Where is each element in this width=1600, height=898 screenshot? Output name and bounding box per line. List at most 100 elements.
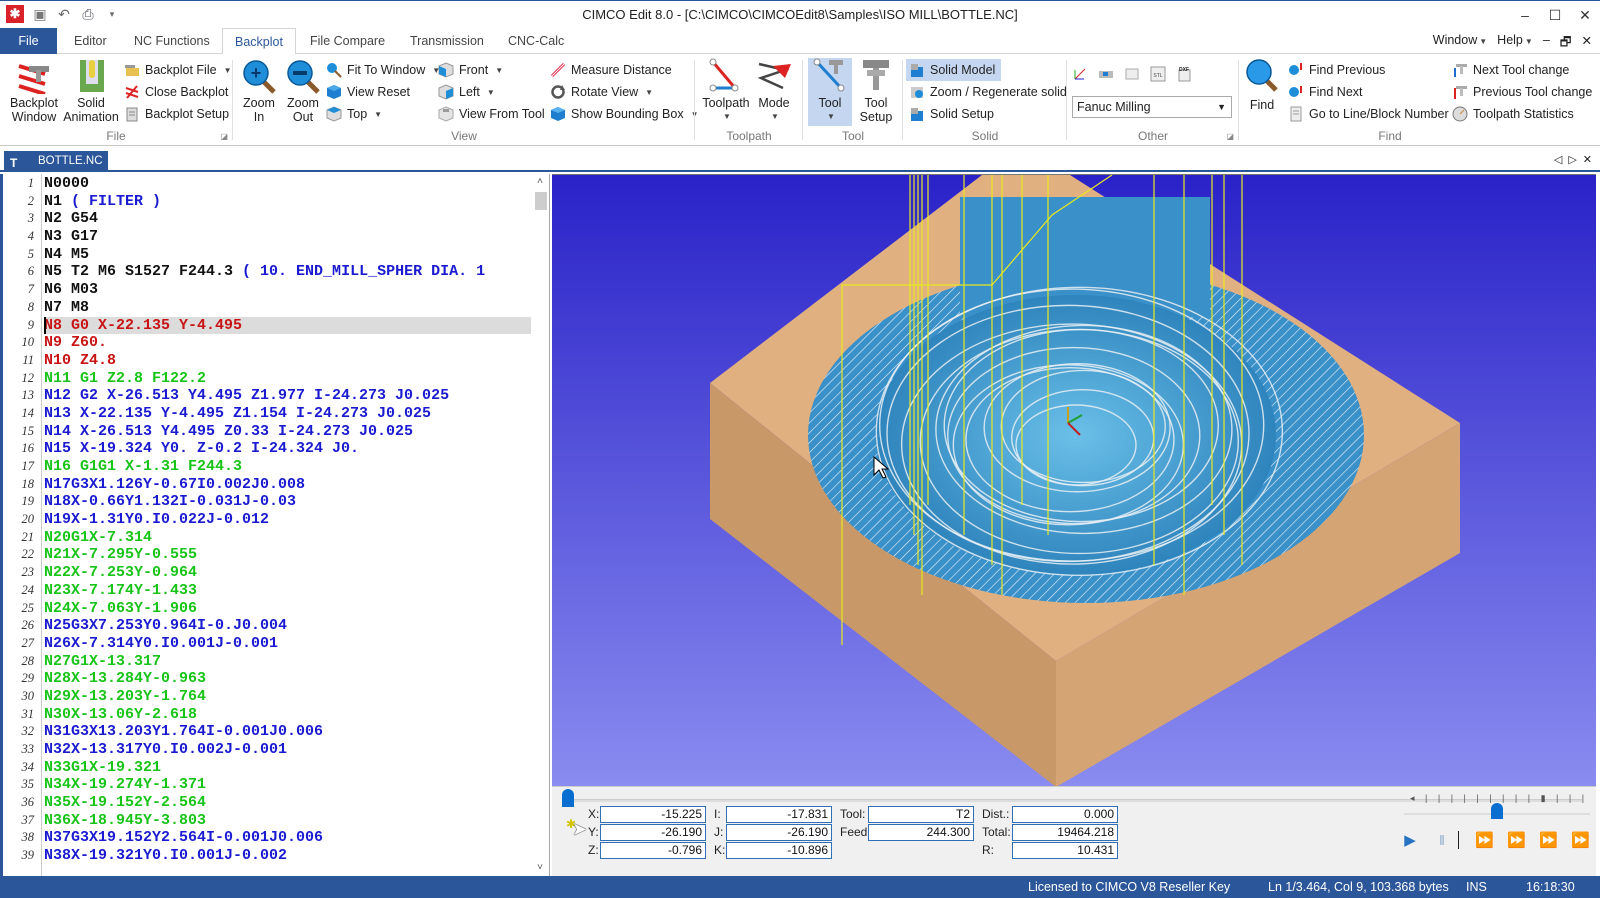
step-toolchange-button[interactable]: ⏩ (1571, 831, 1590, 849)
fit-to-window-button[interactable]: Fit To Window ▼ (326, 60, 440, 80)
code-line[interactable]: 8 N7 M8 (3, 299, 533, 317)
goto-line-button[interactable]: Go to Line/Block Number (1288, 104, 1449, 124)
close-document-icon[interactable]: ✕ (1583, 153, 1592, 166)
zoom-in-button[interactable]: + Zoom In (238, 58, 280, 124)
rotate-view-button[interactable]: Rotate View ▼ (550, 82, 653, 102)
toolpath-statistics-button[interactable]: Toolpath Statistics (1452, 104, 1574, 124)
step-tool-button[interactable]: ⏩ (1507, 831, 1526, 849)
code-line[interactable]: 2 N1 ( FILTER ) (3, 193, 533, 211)
editor-scrollbar[interactable]: ˄ ˅ (531, 174, 549, 876)
code-line[interactable]: 37 N36X-18.945Y-3.803 (3, 812, 533, 830)
code-line[interactable]: 4 N3 G17 (3, 228, 533, 246)
code-line[interactable]: 33 N32X-13.317Y0.I0.002J-0.001 (3, 741, 533, 759)
code-line[interactable]: 28 N27G1X-13.317 (3, 653, 533, 671)
code-line[interactable]: 20 N19X-1.31Y0.I0.022J-0.012 (3, 511, 533, 529)
step-z-button[interactable]: ⏩ (1539, 831, 1558, 849)
previous-tool-change-button[interactable]: Previous Tool change (1452, 82, 1592, 102)
code-line[interactable]: 31 N30X-13.06Y-2.618 (3, 706, 533, 724)
window-menu[interactable]: Window ▼ (1433, 33, 1487, 54)
left-view-button[interactable]: Left ▼ (438, 82, 495, 102)
code-line[interactable]: 30 N29X-13.203Y-1.764 (3, 688, 533, 706)
solid-animation-button[interactable]: Solid Animation (62, 58, 120, 124)
zoom-out-button[interactable]: Zoom Out (282, 58, 324, 124)
code-line[interactable]: 34 N33G1X-19.321 (3, 759, 533, 777)
solid-model-button[interactable]: Solid Model (906, 59, 1002, 81)
code-line[interactable]: 22 N21X-7.295Y-0.555 (3, 546, 533, 564)
tab-cnc-calc[interactable]: CNC-Calc (496, 28, 576, 54)
scroll-up-icon[interactable]: ˄ (531, 174, 549, 190)
document-tab[interactable]: T BOTTLE.NC (4, 151, 108, 172)
toolpath-button[interactable]: Toolpath ▼ (702, 58, 750, 124)
code-line[interactable]: 13 N12 G2 X-26.513 Y4.495 Z1.977 I-24.273… (3, 387, 533, 405)
backplot-setup-button[interactable]: Backplot Setup (124, 104, 229, 124)
mdi-close-button[interactable]: ✕ (1582, 33, 1592, 54)
code-line[interactable]: 29 N28X-13.284Y-0.963 (3, 670, 533, 688)
code-line[interactable]: 15 N14 X-26.513 Y4.495 Z0.33 I-24.273 J0.… (3, 423, 533, 441)
code-line[interactable]: 14 N13 X-22.135 Y-4.495 Z1.154 I-24.273 J… (3, 405, 533, 423)
axis-icon[interactable] (1072, 66, 1088, 82)
top-view-button[interactable]: Top ▼ (326, 104, 382, 124)
step-point-button[interactable]: ⏩ (1475, 831, 1494, 849)
view-reset-button[interactable]: View Reset (326, 82, 410, 102)
code-line[interactable]: 6 N5 T2 M6 S1527 F244.3 ( 10. END_MILL_SP… (3, 263, 533, 281)
tab-transmission[interactable]: Transmission (398, 28, 496, 54)
code-line[interactable]: 39 N38X-19.321Y0.I0.001J-0.002 (3, 847, 533, 865)
code-line[interactable]: 36 N35X-19.152Y-2.564 (3, 794, 533, 812)
code-line[interactable]: 23 N22X-7.253Y-0.964 (3, 564, 533, 582)
code-line[interactable]: 5 N4 M5 (3, 246, 533, 264)
code-line[interactable]: 16 N15 X-19.324 Y0. Z-0.2 I-24.324 J0. (3, 440, 533, 458)
minimize-button[interactable]: – (1510, 1, 1540, 29)
tool-setup-button[interactable]: Tool Setup (854, 58, 898, 124)
scroll-right-icon[interactable]: ▷ (1568, 153, 1576, 166)
front-view-button[interactable]: Front ▼ (438, 60, 503, 80)
measure-distance-button[interactable]: Measure Distance (550, 60, 672, 80)
find-next-button[interactable]: Find Next (1288, 82, 1363, 102)
stock-icon[interactable] (1124, 66, 1140, 82)
find-previous-button[interactable]: Find Previous (1288, 60, 1385, 80)
code-line[interactable]: 35 N34X-19.274Y-1.371 (3, 776, 533, 794)
code-line[interactable]: 32 N31G3X13.203Y1.764I-0.001J0.006 (3, 723, 533, 741)
other-group-launcher-icon[interactable]: ◪ (1226, 132, 1234, 141)
code-line[interactable]: 25 N24X-7.063Y-1.906 (3, 600, 533, 618)
code-line[interactable]: 11 N10 Z4.8 (3, 352, 533, 370)
view-from-tool-button[interactable]: View From Tool (438, 104, 545, 124)
close-button[interactable]: ✕ (1570, 1, 1600, 29)
position-slider-thumb[interactable] (562, 789, 574, 807)
code-line[interactable]: 17 N16 G1G1 X-1.31 F244.3 (3, 458, 533, 476)
tab-file[interactable]: File (0, 28, 57, 54)
next-tool-change-button[interactable]: Next Tool change (1452, 60, 1569, 80)
tab-editor[interactable]: Editor (62, 28, 119, 54)
tab-backplot[interactable]: Backplot (222, 28, 296, 55)
code-line[interactable]: 21 N20G1X-7.314 (3, 529, 533, 547)
code-line[interactable]: 24 N23X-7.174Y-1.433 (3, 582, 533, 600)
dxf-icon[interactable]: DXF (1176, 66, 1192, 82)
scrollbar-thumb[interactable] (535, 192, 547, 210)
speed-slider-thumb[interactable] (1491, 803, 1503, 819)
find-button[interactable]: Find (1244, 58, 1280, 112)
machine-select[interactable]: Fanuc Milling ▼ (1072, 96, 1232, 118)
code-editor[interactable]: 1 N0000 2 N1 ( FILTER ) 3 N2 G54 4 N3 G17 5 N4 M5… (0, 174, 550, 876)
code-line[interactable]: 27 N26X-7.314Y0.I0.001J-0.001 (3, 635, 533, 653)
mode-button[interactable]: Mode ▼ (752, 58, 796, 124)
code-line[interactable]: 9 N8 G0 X-22.135 Y-4.495 (3, 316, 533, 335)
pause-button[interactable]: ‖ (1434, 832, 1450, 848)
close-backplot-button[interactable]: Close Backplot (124, 82, 228, 102)
code-line[interactable]: 38 N37G3X19.152Y2.564I-0.001J0.006 (3, 829, 533, 847)
zoom-regenerate-solid-button[interactable]: Zoom / Regenerate solid (909, 82, 1067, 102)
code-line[interactable]: 19 N18X-0.66Y1.132I-0.031J-0.03 (3, 493, 533, 511)
code-line[interactable]: 7 N6 M03 (3, 281, 533, 299)
machine-icon[interactable] (1098, 66, 1114, 82)
scroll-down-icon[interactable]: ˅ (531, 860, 549, 876)
backplot-file-button[interactable]: Backplot File ▼ (124, 60, 231, 80)
code-line[interactable]: 3 N2 G54 (3, 210, 533, 228)
mdi-restore-button[interactable]: 🗗 (1560, 33, 1572, 54)
code-line[interactable]: 18 N17G3X1.126Y-0.67I0.002J0.008 (3, 476, 533, 494)
tab-nc-functions[interactable]: NC Functions (122, 28, 222, 54)
backplot-window-button[interactable]: Backplot Window (8, 58, 60, 124)
mdi-minimize-button[interactable]: – (1543, 33, 1550, 54)
show-bounding-box-button[interactable]: Show Bounding Box▼ (550, 104, 699, 124)
tab-file-compare[interactable]: File Compare (298, 28, 397, 54)
solid-setup-button[interactable]: Solid Setup (909, 104, 994, 124)
play-button[interactable]: ▶ (1402, 831, 1418, 849)
code-line[interactable]: 26 N25G3X7.253Y0.964I-0.J0.004 (3, 617, 533, 635)
